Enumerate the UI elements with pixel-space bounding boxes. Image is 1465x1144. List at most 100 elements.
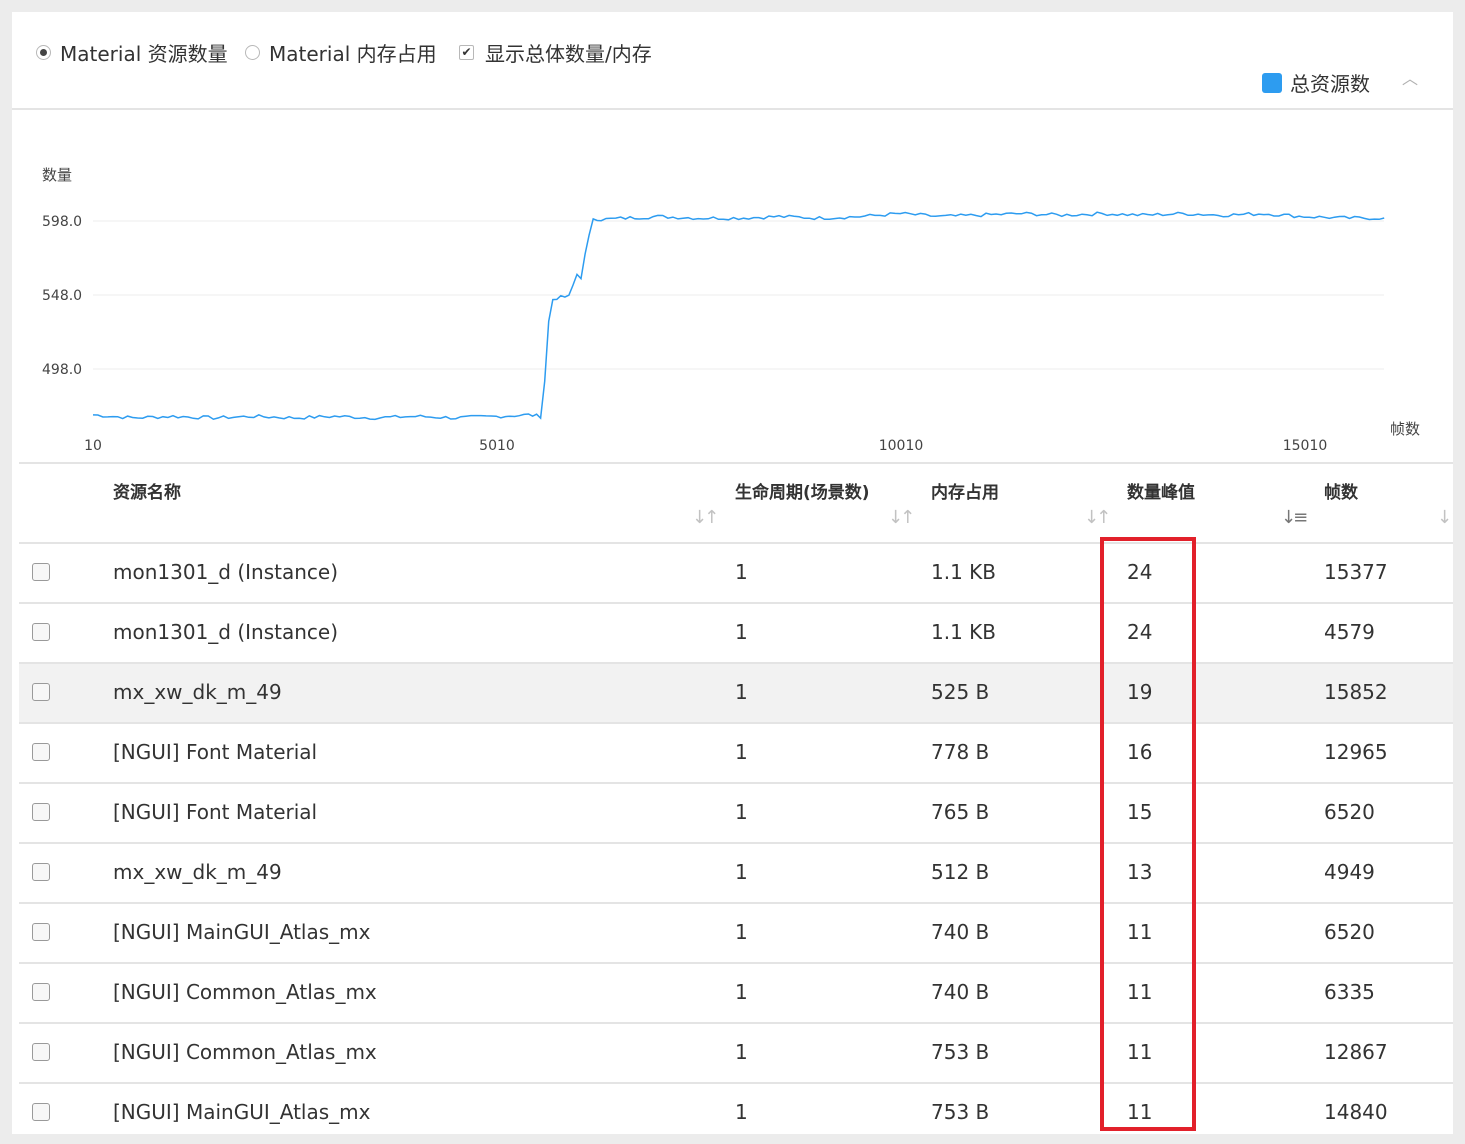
toolbar: Material 资源数量 Material 内存占用 ✔ 显示总体数量/内存 …: [12, 12, 1453, 110]
cell-resource-name: mon1301_d (Instance): [113, 560, 339, 584]
table-row[interactable]: mx_xw_dk_m_49 1 512 B 13 4949: [19, 844, 1453, 904]
cell-frames: 15377: [1324, 560, 1388, 584]
cell-memory: 525 B: [931, 680, 990, 704]
cell-peak-count: 24: [1127, 560, 1153, 584]
table-row[interactable]: [NGUI] MainGUI_Atlas_mx 1 753 B 11 14840: [19, 1084, 1453, 1134]
cell-lifecycle: 1: [735, 860, 748, 884]
cell-peak-count: 19: [1127, 680, 1153, 704]
table-row[interactable]: [NGUI] Font Material 1 778 B 16 12965: [19, 724, 1453, 784]
table-row-hovered[interactable]: mx_xw_dk_m_49 1 525 B 19 15852: [19, 664, 1453, 724]
cell-peak-count: 24: [1127, 620, 1153, 644]
row-checkbox[interactable]: [32, 743, 50, 761]
cell-peak-count: 11: [1127, 1100, 1153, 1124]
table-row[interactable]: [NGUI] Common_Atlas_mx 1 753 B 11 12867: [19, 1024, 1453, 1084]
cell-peak-count: 11: [1127, 920, 1153, 944]
row-checkbox[interactable]: [32, 923, 50, 941]
checkmark-icon: ✔: [459, 45, 474, 60]
line-chart: 数量 帧数 598.0 548.0 498.0 10 5010 10010 15010: [42, 166, 1420, 454]
cell-frames: 6335: [1324, 980, 1375, 1004]
header-lifecycle[interactable]: 生命周期(场景数): [735, 480, 870, 506]
checkbox-show-total[interactable]: ✔ 显示总体数量/内存: [459, 38, 652, 67]
row-checkbox[interactable]: [32, 563, 50, 581]
table-row[interactable]: mon1301_d (Instance) 1 1.1 KB 24 4579: [19, 604, 1453, 664]
cell-frames: 6520: [1324, 920, 1375, 944]
sort-desc-icon[interactable]: ↓≡: [1281, 507, 1308, 528]
cell-memory: 765 B: [931, 800, 990, 824]
sort-icon[interactable]: ↓↑: [1084, 507, 1111, 528]
radio-material-count[interactable]: Material 资源数量: [36, 38, 228, 67]
cell-peak-count: 11: [1127, 980, 1153, 1004]
cell-lifecycle: 1: [735, 680, 748, 704]
cell-lifecycle: 1: [735, 1040, 748, 1064]
x-tick-label: 5010: [479, 438, 515, 454]
row-checkbox[interactable]: [32, 863, 50, 881]
checkbox-show-total-label: 显示总体数量/内存: [485, 42, 652, 66]
cell-resource-name: [NGUI] Font Material: [113, 800, 318, 824]
cell-peak-count: 16: [1127, 740, 1153, 764]
cell-frames: 12965: [1324, 740, 1388, 764]
cell-frames: 4579: [1324, 620, 1375, 644]
cell-frames: 15852: [1324, 680, 1388, 704]
cell-resource-name: [NGUI] Font Material: [113, 740, 318, 764]
chevron-up-icon[interactable]: ︿: [1400, 68, 1420, 88]
radio-material-memory[interactable]: Material 内存占用: [245, 38, 437, 67]
cell-lifecycle: 1: [735, 920, 748, 944]
row-checkbox[interactable]: [32, 1103, 50, 1121]
table-row[interactable]: [NGUI] Common_Atlas_mx 1 740 B 11 6335: [19, 964, 1453, 1024]
header-resource-name[interactable]: 资源名称: [113, 480, 181, 506]
legend-item-total[interactable]: 总资源数: [1262, 68, 1370, 97]
sort-icon[interactable]: ↓↑: [692, 507, 719, 528]
legend-label: 总资源数: [1290, 72, 1370, 96]
table-row[interactable]: [NGUI] MainGUI_Atlas_mx 1 740 B 11 6520: [19, 904, 1453, 964]
radio-material-memory-label: Material 内存占用: [269, 42, 437, 66]
cell-resource-name: [NGUI] MainGUI_Atlas_mx: [113, 1100, 371, 1124]
row-checkbox[interactable]: [32, 1043, 50, 1061]
cell-peak-count: 13: [1127, 860, 1153, 884]
cell-resource-name: [NGUI] MainGUI_Atlas_mx: [113, 920, 371, 944]
row-checkbox[interactable]: [32, 683, 50, 701]
cell-lifecycle: 1: [735, 980, 748, 1004]
header-frames[interactable]: 帧数: [1324, 480, 1358, 506]
table-header: 资源名称 ↓↑ 生命周期(场景数) ↓↑ 内存占用 ↓↑ 数量峰值 ↓≡ 帧数 …: [19, 464, 1453, 544]
cell-resource-name: [NGUI] Common_Atlas_mx: [113, 980, 377, 1004]
header-peak-count[interactable]: 数量峰值: [1127, 480, 1195, 506]
table-row[interactable]: mon1301_d (Instance) 1 1.1 KB 24 15377: [19, 544, 1453, 604]
cell-memory: 1.1 KB: [931, 560, 996, 584]
x-axis-label: 帧数: [1390, 420, 1420, 438]
table-row[interactable]: [NGUI] Font Material 1 765 B 15 6520: [19, 784, 1453, 844]
cell-frames: 4949: [1324, 860, 1375, 884]
cell-peak-count: 11: [1127, 1040, 1153, 1064]
cell-lifecycle: 1: [735, 800, 748, 824]
x-tick-label: 15010: [1283, 438, 1328, 454]
resource-table: 资源名称 ↓↑ 生命周期(场景数) ↓↑ 内存占用 ↓↑ 数量峰值 ↓≡ 帧数 …: [19, 462, 1453, 1134]
cell-frames: 12867: [1324, 1040, 1388, 1064]
legend-swatch: [1262, 72, 1282, 93]
radio-material-count-label: Material 资源数量: [60, 42, 228, 66]
cell-lifecycle: 1: [735, 560, 748, 584]
header-memory[interactable]: 内存占用: [931, 480, 999, 506]
cell-memory: 512 B: [931, 860, 990, 884]
cell-memory: 753 B: [931, 1040, 990, 1064]
y-tick-label: 548.0: [42, 288, 82, 304]
radio-selected-icon: [36, 45, 51, 60]
row-checkbox[interactable]: [32, 623, 50, 641]
cell-resource-name: mx_xw_dk_m_49: [113, 680, 282, 704]
y-tick-label: 498.0: [42, 362, 82, 378]
resource-panel: Material 资源数量 Material 内存占用 ✔ 显示总体数量/内存 …: [12, 12, 1453, 1134]
cell-memory: 740 B: [931, 920, 990, 944]
sort-icon[interactable]: ↓↑: [1437, 507, 1453, 528]
cell-memory: 753 B: [931, 1100, 990, 1124]
y-axis-label: 数量: [42, 166, 72, 184]
row-checkbox[interactable]: [32, 983, 50, 1001]
cell-frames: 14840: [1324, 1100, 1388, 1124]
cell-resource-name: mx_xw_dk_m_49: [113, 860, 282, 884]
cell-memory: 778 B: [931, 740, 990, 764]
cell-resource-name: mon1301_d (Instance): [113, 620, 339, 644]
cell-lifecycle: 1: [735, 1100, 748, 1124]
x-tick-label: 10: [84, 438, 102, 454]
cell-lifecycle: 1: [735, 740, 748, 764]
row-checkbox[interactable]: [32, 803, 50, 821]
x-tick-label: 10010: [879, 438, 924, 454]
cell-resource-name: [NGUI] Common_Atlas_mx: [113, 1040, 377, 1064]
sort-icon[interactable]: ↓↑: [888, 507, 915, 528]
